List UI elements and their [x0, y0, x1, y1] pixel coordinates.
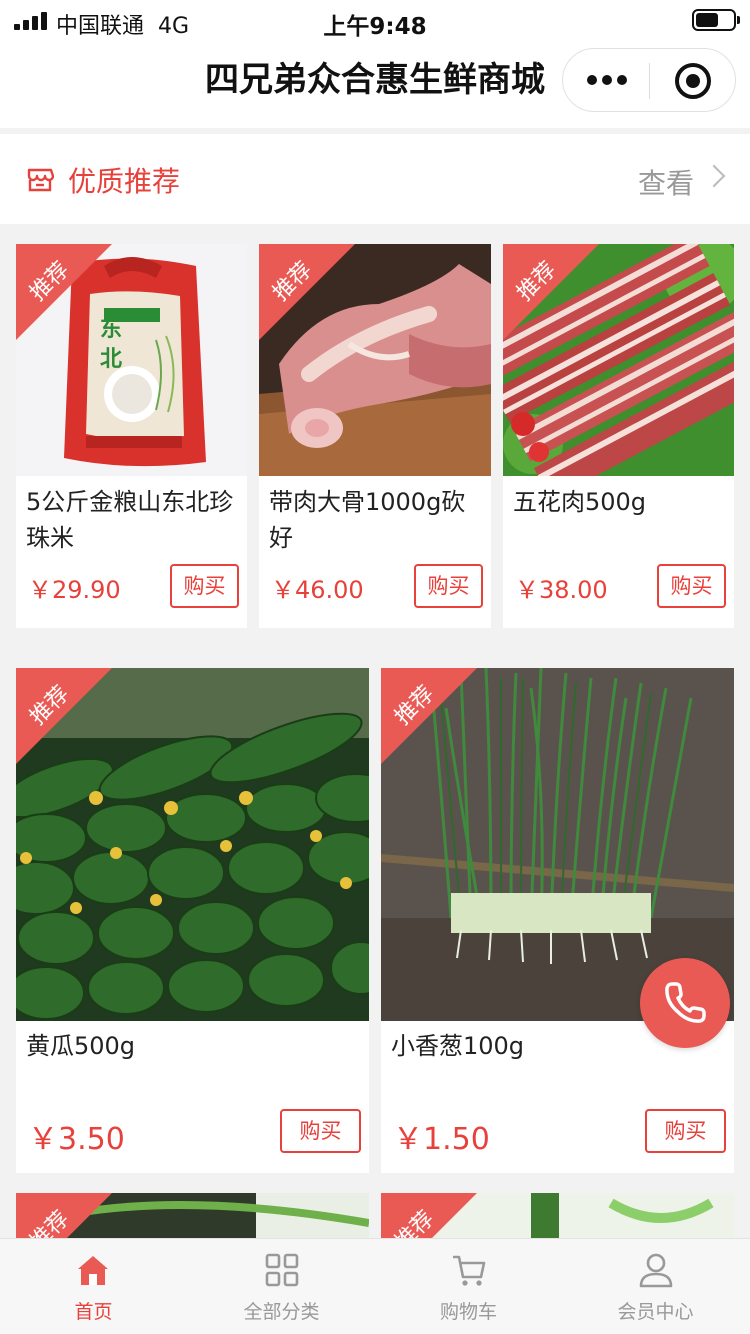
tab-bar: 首页 全部分类 购物车 会员中心: [0, 1238, 750, 1334]
recommend-badge: 推荐: [16, 244, 112, 340]
product-card[interactable]: 推荐 五花肉500g ￥38.00 购买: [503, 244, 734, 628]
tab-member[interactable]: 会员中心: [562, 1239, 749, 1334]
call-button[interactable]: [640, 958, 730, 1048]
chevron-right-icon[interactable]: [702, 164, 726, 188]
product-image[interactable]: 推荐: [259, 244, 491, 476]
product-name[interactable]: 五花肉500g: [513, 484, 724, 520]
grid-icon: [265, 1253, 299, 1287]
status-bar: 中国联通 4G 上午9:48: [0, 0, 750, 40]
product-image[interactable]: 东 北 推荐: [16, 244, 247, 476]
product-card[interactable]: 东 北 推荐 5公斤金粮山东北珍珠米 ￥29.90 购买: [16, 244, 247, 628]
tab-home[interactable]: 首页: [0, 1239, 187, 1334]
buy-button[interactable]: 购买: [280, 1109, 361, 1153]
product-name[interactable]: 带肉大骨1000g砍好: [269, 484, 481, 556]
status-time: 上午9:48: [323, 14, 427, 40]
section-header: 优质推荐 查看: [0, 134, 750, 224]
buy-button[interactable]: 购买: [414, 564, 483, 608]
store-icon: [27, 168, 54, 192]
more-icon[interactable]: [587, 69, 627, 93]
buy-button[interactable]: 购买: [170, 564, 239, 608]
recommend-badge: 推荐: [259, 244, 355, 340]
product-price: ￥29.90: [28, 576, 121, 604]
tab-label: 首页: [74, 1301, 113, 1323]
close-target-icon[interactable]: [675, 63, 711, 99]
product-name[interactable]: 5公斤金粮山东北珍珠米: [26, 484, 237, 556]
buy-button[interactable]: 购买: [645, 1109, 726, 1153]
tab-label: 购物车: [439, 1301, 497, 1323]
home-icon: [78, 1256, 108, 1285]
cart-icon: [453, 1255, 486, 1286]
tab-label: 全部分类: [243, 1301, 320, 1323]
tab-categories[interactable]: 全部分类: [188, 1239, 375, 1334]
product-card[interactable]: 推荐 小香葱100g ￥1.50 购买: [381, 668, 734, 1173]
product-price: ￥38.00: [515, 576, 608, 604]
recommend-badge: 推荐: [381, 668, 477, 764]
recommend-badge: 推荐: [503, 244, 599, 340]
svg-text:北: 北: [100, 346, 122, 372]
miniprogram-capsule: [562, 48, 736, 112]
product-price: ￥3.50: [28, 1122, 125, 1157]
product-price: ￥46.00: [271, 576, 364, 604]
section-title: 优质推荐: [68, 165, 181, 198]
battery-icon: [692, 9, 740, 31]
phone-icon: [665, 982, 706, 1023]
product-card[interactable]: 推荐 带肉大骨1000g砍好 ￥46.00 购买: [259, 244, 491, 628]
tab-cart[interactable]: 购物车: [375, 1239, 562, 1334]
product-name[interactable]: 黄瓜500g: [26, 1028, 359, 1064]
recommend-badge: 推荐: [16, 668, 112, 764]
view-more-link[interactable]: 查看: [638, 162, 694, 202]
product-image[interactable]: 推荐: [503, 244, 734, 476]
product-image[interactable]: 推荐: [16, 668, 369, 1021]
user-icon: [639, 1253, 673, 1288]
tab-label: 会员中心: [617, 1301, 694, 1323]
product-card[interactable]: 推荐 黄瓜500g ￥3.50 购买: [16, 668, 369, 1173]
product-price: ￥1.50: [393, 1122, 490, 1157]
buy-button[interactable]: 购买: [657, 564, 726, 608]
nav-bar: 四兄弟众合惠生鲜商城: [0, 40, 750, 128]
